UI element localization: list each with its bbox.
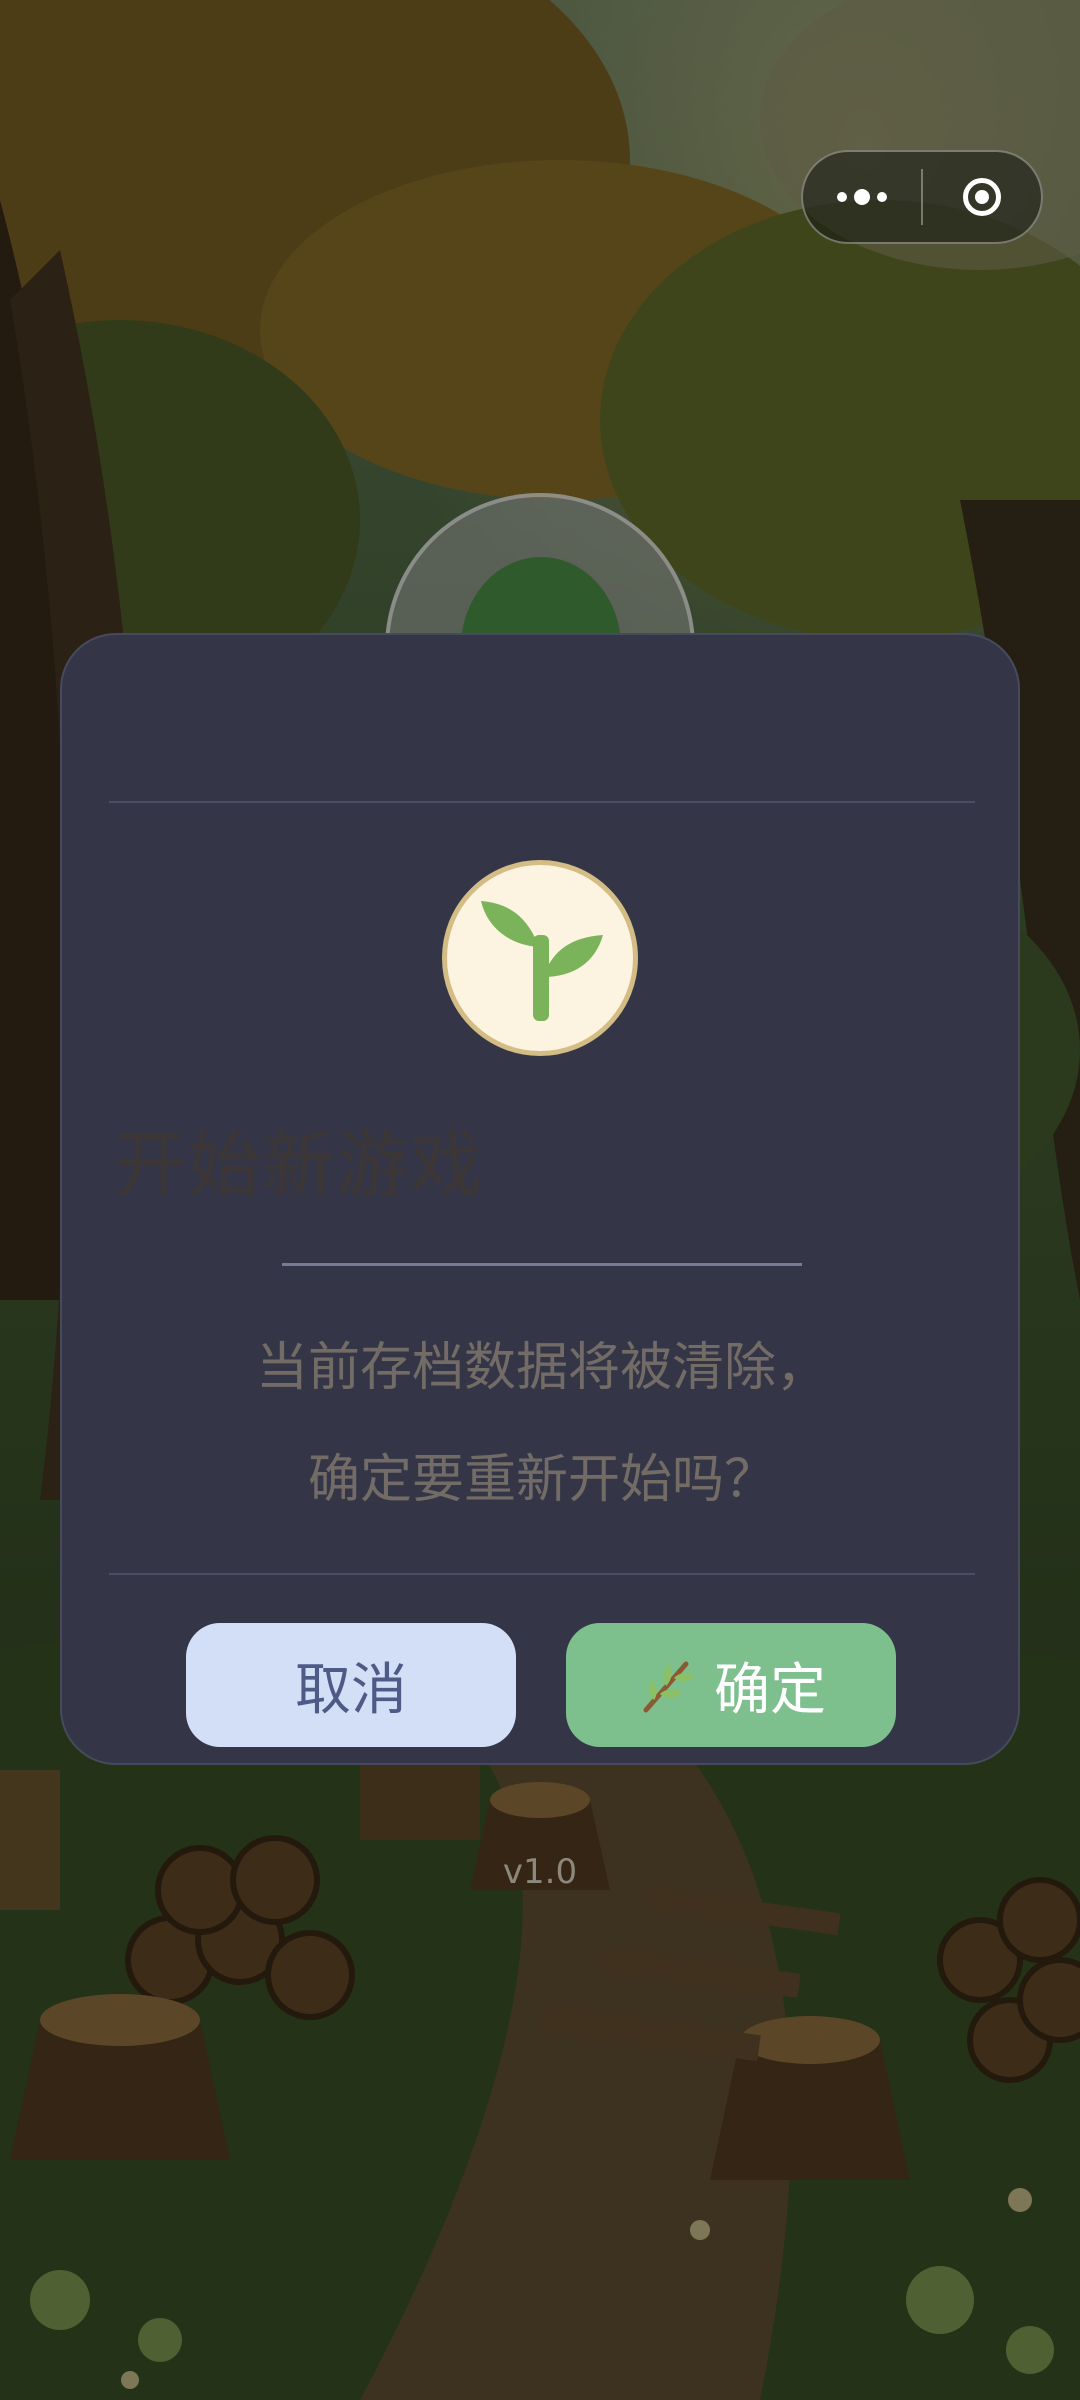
cancel-button-label: 取消 <box>295 1657 407 1723</box>
close-button[interactable] <box>923 152 1041 242</box>
branch-icon <box>643 1661 694 1713</box>
dialog-title: 开始新游戏 <box>114 1123 485 1207</box>
dialog-top-divider <box>109 801 975 803</box>
dialog-message-line2: 确定要重新开始吗？ <box>307 1450 776 1510</box>
miniprogram-capsule <box>801 150 1043 244</box>
more-button[interactable] <box>803 152 921 242</box>
cancel-button[interactable]: 取消 <box>186 1623 516 1747</box>
target-close-icon <box>962 178 1001 216</box>
screen: v1.0 开始新游戏 当前存档数据将被清除， 确定要重新开始吗？ 取消 确定 <box>0 0 1080 2400</box>
dialog-message-line1: 当前存档数据将被清除， <box>255 1338 828 1398</box>
sprout-icon <box>481 901 603 1021</box>
dialog-bottom-divider <box>109 1573 975 1575</box>
new-game-dialog: 开始新游戏 当前存档数据将被清除， 确定要重新开始吗？ 取消 确定 <box>60 633 1020 1765</box>
confirm-button[interactable]: 确定 <box>566 1623 896 1747</box>
confirm-button-label: 确定 <box>714 1657 826 1723</box>
version-label: v1.0 <box>502 1852 578 1892</box>
title-underline <box>282 1263 802 1266</box>
sprout-badge <box>442 860 638 1056</box>
more-dots-icon <box>837 189 887 205</box>
